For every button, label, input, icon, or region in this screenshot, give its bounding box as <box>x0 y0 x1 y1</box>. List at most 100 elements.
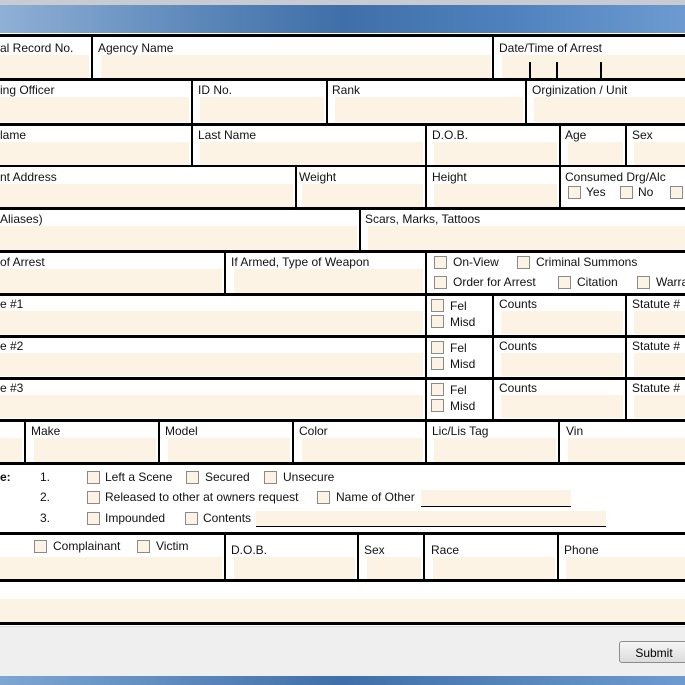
counts-input[interactable] <box>501 353 623 376</box>
counts-input[interactable] <box>501 395 623 418</box>
yes-checkbox[interactable] <box>568 186 581 199</box>
divider <box>0 293 685 296</box>
divider <box>158 421 160 463</box>
unsecure-checkbox[interactable] <box>264 471 277 484</box>
vin-input[interactable] <box>568 438 685 462</box>
felony-checkbox[interactable] <box>431 341 444 354</box>
sex-input[interactable] <box>634 142 685 165</box>
contents-input[interactable] <box>256 511 606 527</box>
person-sex-input[interactable] <box>367 557 421 579</box>
charge-input[interactable] <box>0 395 423 418</box>
left-scene-checkbox[interactable] <box>87 471 100 484</box>
charge-input[interactable] <box>0 311 423 334</box>
vehicle-year-input[interactable] <box>0 438 22 462</box>
weight-input[interactable] <box>302 184 423 207</box>
disposition-label: e: <box>0 470 11 484</box>
divider <box>326 80 328 124</box>
color-input[interactable] <box>302 438 423 462</box>
officer-input[interactable] <box>0 97 189 122</box>
unknown-checkbox[interactable] <box>670 186 683 199</box>
scars-label: Scars, Marks, Tattoos <box>365 212 481 226</box>
divider <box>91 35 93 79</box>
order-for-arrest-checkbox[interactable] <box>434 276 447 289</box>
divider <box>0 622 685 625</box>
criminal-summons-checkbox[interactable] <box>517 256 530 269</box>
name-of-other-input[interactable] <box>421 490 571 507</box>
date-separator <box>556 62 558 78</box>
submit-button[interactable]: Submit <box>619 641 685 663</box>
on-view-label: On-View <box>453 255 499 269</box>
citation-checkbox[interactable] <box>558 276 571 289</box>
statute-input[interactable] <box>634 353 685 376</box>
race-input[interactable] <box>433 557 555 579</box>
secured-checkbox[interactable] <box>186 471 199 484</box>
age-input[interactable] <box>568 142 623 165</box>
divider <box>0 123 685 126</box>
phone-label: Phone <box>564 543 599 557</box>
record-no-input[interactable] <box>0 55 89 78</box>
complainant-checkbox[interactable] <box>34 540 47 553</box>
organization-label: Orginization / Unit <box>532 83 628 97</box>
name-of-other-checkbox[interactable] <box>317 491 330 504</box>
statute-input[interactable] <box>634 311 685 334</box>
misdemeanor-label: Misd <box>450 315 476 329</box>
counts-input[interactable] <box>501 311 623 334</box>
notes-input[interactable] <box>0 599 685 622</box>
place-of-arrest-input[interactable] <box>0 269 222 293</box>
phone-input[interactable] <box>566 557 685 579</box>
divider <box>292 421 294 463</box>
on-view-checkbox[interactable] <box>434 256 447 269</box>
model-input[interactable] <box>168 438 290 462</box>
divider <box>359 209 361 251</box>
impounded-checkbox[interactable] <box>87 512 100 525</box>
divider <box>625 125 627 166</box>
divider <box>0 462 685 465</box>
make-input[interactable] <box>34 438 156 462</box>
unsecure-label: Unsecure <box>283 470 335 484</box>
felony-label: Fel <box>450 383 467 397</box>
person-name-input[interactable] <box>0 557 222 579</box>
no-checkbox[interactable] <box>620 186 633 199</box>
released-checkbox[interactable] <box>87 491 100 504</box>
footer-bar <box>0 626 685 677</box>
divider <box>0 78 685 81</box>
misdemeanor-checkbox[interactable] <box>431 357 444 370</box>
left-scene-label: Left a Scene <box>105 470 173 484</box>
charge-input[interactable] <box>0 353 423 376</box>
last-name-input[interactable] <box>200 142 423 165</box>
felony-checkbox[interactable] <box>431 383 444 396</box>
divider <box>557 534 559 580</box>
last-name-label: Last Name <box>198 128 257 142</box>
model-label: Model <box>165 424 198 438</box>
address-label: nt Address <box>0 170 57 184</box>
divider <box>0 579 685 582</box>
address-input[interactable] <box>0 184 293 207</box>
divider <box>191 125 193 166</box>
dob-input[interactable] <box>434 142 557 165</box>
tag-input[interactable] <box>434 438 556 462</box>
divider <box>558 421 560 463</box>
misdemeanor-checkbox[interactable] <box>431 399 444 412</box>
person-dob-input[interactable] <box>234 557 355 579</box>
divider <box>295 167 297 208</box>
warrant-checkbox[interactable] <box>637 276 650 289</box>
height-input[interactable] <box>434 184 557 207</box>
organization-input[interactable] <box>534 97 685 122</box>
warrant-label: Warra <box>656 275 685 289</box>
aliases-input[interactable] <box>0 226 357 250</box>
agency-name-input[interactable] <box>101 55 491 78</box>
contents-checkbox[interactable] <box>185 512 198 525</box>
felony-checkbox[interactable] <box>431 299 444 312</box>
victim-checkbox[interactable] <box>137 540 150 553</box>
statute-input[interactable] <box>634 395 685 418</box>
scars-input[interactable] <box>368 226 685 250</box>
divider <box>425 125 427 166</box>
rank-input[interactable] <box>335 97 523 122</box>
first-name-input[interactable] <box>0 142 189 165</box>
divider <box>492 295 494 421</box>
statute-label: Statute # <box>632 339 681 353</box>
id-no-input[interactable] <box>200 97 324 122</box>
weapon-input[interactable] <box>234 269 423 293</box>
divider <box>0 377 685 380</box>
misdemeanor-checkbox[interactable] <box>431 315 444 328</box>
